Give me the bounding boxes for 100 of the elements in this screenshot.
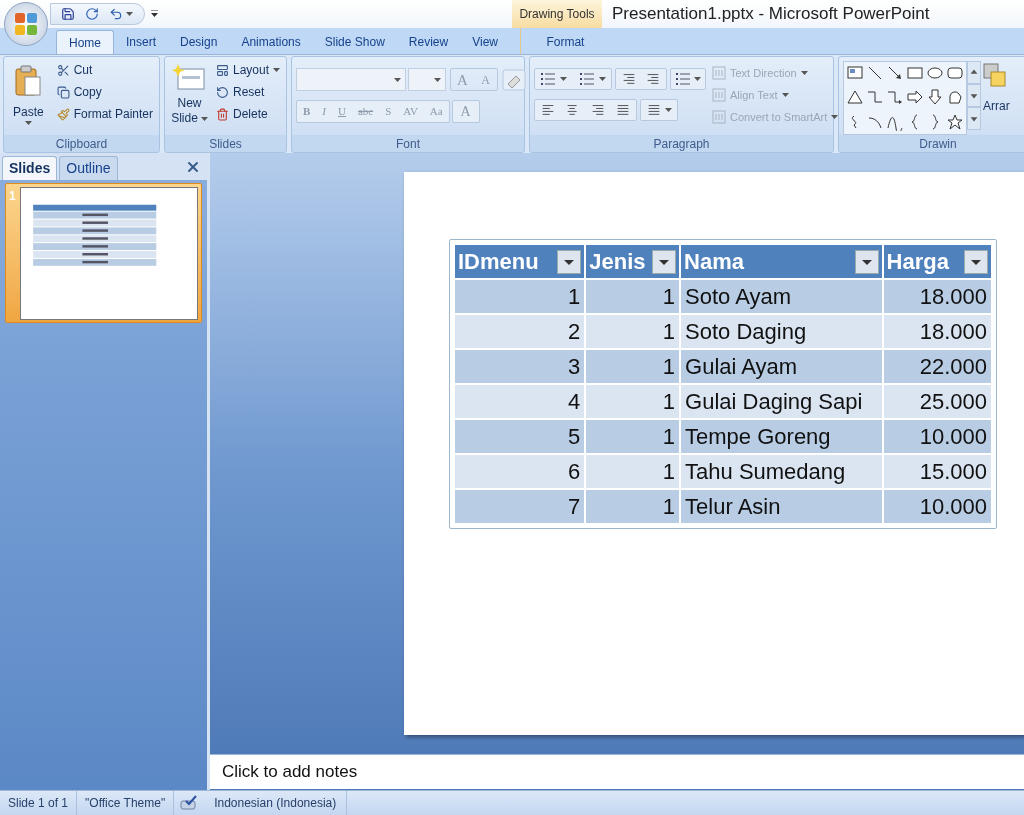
delete-icon: [215, 107, 229, 121]
new-slide-button[interactable]: New Slide: [169, 61, 210, 135]
scroll-down-icon[interactable]: [967, 84, 981, 107]
ribbon-button[interactable]: Reset: [213, 81, 282, 103]
align-icon: [646, 103, 662, 117]
ribbon-button[interactable]: Delete: [213, 103, 282, 125]
indent-button[interactable]: [615, 68, 667, 90]
column-title: IDmenu: [458, 248, 539, 276]
language-status[interactable]: Indonesian (Indonesia): [214, 794, 337, 812]
group-label: Drawin: [919, 135, 957, 153]
table-cell: Telur Asin: [680, 489, 883, 524]
status-item: Slide 1 of 1: [0, 791, 78, 815]
caret-icon: [800, 71, 808, 75]
caret-icon: [273, 68, 280, 72]
filter-dropdown-icon[interactable]: [652, 249, 677, 274]
contextual-tab-title: Drawing Tools: [519, 6, 595, 23]
alignment-buttons[interactable]: [534, 99, 637, 121]
group-label: Paragraph: [653, 135, 710, 153]
align-icon: [540, 103, 556, 117]
columns-button[interactable]: [640, 99, 678, 121]
office-button[interactable]: [4, 2, 48, 46]
caret-icon: [694, 77, 701, 81]
bullets-button[interactable]: [534, 68, 612, 90]
caret-icon: [560, 77, 567, 81]
column-title: Nama: [684, 248, 744, 276]
table-cell: 1: [585, 489, 681, 524]
status-item: "Office Theme": [77, 791, 175, 815]
ribbon-button[interactable]: Copy: [54, 81, 155, 103]
caret-icon: [665, 108, 672, 112]
caret-icon: [200, 116, 208, 121]
text-layout-icon: [712, 110, 726, 124]
arrange-button[interactable]: Arrar: [983, 61, 1010, 135]
list-icon: [540, 72, 556, 86]
ribbon-tab[interactable]: Slide Show: [312, 30, 397, 54]
ribbon-tab[interactable]: Review: [396, 30, 461, 54]
filter-dropdown-icon[interactable]: [964, 249, 988, 274]
paintbrush-icon: [56, 107, 70, 121]
slide-number: 1: [9, 188, 16, 205]
pane-tab[interactable]: Outline: [59, 156, 118, 180]
layout-icon: [215, 63, 229, 77]
group-label: Clipboard: [55, 135, 108, 153]
ribbon-tab[interactable]: View: [460, 30, 510, 54]
ribbon-tab[interactable]: Animations: [229, 30, 313, 54]
table-cell: 10.000: [882, 489, 992, 524]
list-icon: [675, 72, 691, 86]
spell-check-icon[interactable]: [180, 795, 199, 811]
shape-icon[interactable]: [946, 112, 964, 131]
shape-icon[interactable]: [946, 64, 964, 82]
save-icon[interactable]: [61, 7, 75, 21]
table-cell: 7: [454, 489, 586, 524]
customize-icon[interactable]: [151, 10, 158, 18]
pane-tab[interactable]: Slides: [2, 156, 58, 180]
group-label: Font: [396, 135, 420, 153]
shape-icon[interactable]: [846, 88, 864, 107]
notes-field[interactable]: Click to add notes: [210, 754, 1024, 789]
text-layout-icon: [712, 88, 726, 102]
ribbon-tab[interactable]: Format: [534, 30, 597, 54]
ribbon-tab[interactable]: Home: [56, 30, 114, 54]
redo-icon[interactable]: [85, 7, 99, 21]
scissors-icon: [56, 63, 70, 77]
caret-icon: [599, 77, 606, 81]
line-spacing-button[interactable]: [670, 68, 706, 90]
align-icon: [645, 72, 661, 86]
ribbon-button[interactable]: Format Painter: [54, 103, 155, 125]
shape-icon[interactable]: [886, 64, 904, 82]
new-slide-icon: [173, 63, 206, 93]
align-icon: [621, 72, 637, 86]
filter-dropdown-icon[interactable]: [854, 249, 879, 274]
caret-icon: [126, 12, 133, 16]
office-logo-icon: [13, 11, 39, 37]
paste-button[interactable]: Paste: [8, 61, 49, 135]
text-layout-icon: [712, 66, 726, 80]
ribbon-button[interactable]: Layout: [213, 59, 282, 81]
column-title: Harga: [886, 248, 949, 276]
copy-icon: [56, 85, 70, 99]
align-icon: [615, 103, 631, 117]
ribbon-tab[interactable]: Insert: [114, 30, 169, 54]
close-icon[interactable]: [185, 159, 201, 175]
ribbon-tab[interactable]: Design: [168, 30, 230, 54]
window-title: Presentation1.pptx - Microsoft PowerPoint: [612, 3, 930, 26]
caret-icon: [394, 77, 401, 82]
shape-icon[interactable]: [926, 64, 944, 82]
shape-icon[interactable]: [946, 88, 964, 107]
caret-icon: [781, 93, 789, 97]
ribbon-button[interactable]: Cut: [54, 59, 155, 81]
filter-dropdown-icon[interactable]: [557, 249, 582, 274]
list-icon: [579, 72, 595, 86]
shape-icon[interactable]: [926, 88, 944, 107]
align-icon: [590, 103, 606, 117]
group-label: Slides: [209, 135, 242, 153]
table-frame[interactable]: IDmenu Jenis Nama Harga 1 1 Soto Ayam 18.000 2 1 Soto Daging 18.000 3 1 Gulai Ayam 22.000 4 1 Gulai Daging Sapi 25.000 5 1 Tempe Goreng 10.000 6 1 Tahu Sumedang 15.000 7 1 Telur Asin 10.000: [449, 239, 997, 529]
clipboard-icon: [14, 65, 43, 97]
shape-icon[interactable]: [866, 64, 884, 82]
reset-icon: [215, 85, 229, 99]
caret-icon: [24, 121, 32, 125]
undo-icon[interactable]: [109, 7, 123, 21]
column-title: Jenis: [589, 248, 646, 276]
more-icon[interactable]: [967, 107, 981, 130]
scroll-up-icon[interactable]: [967, 61, 981, 84]
caret-icon: [831, 115, 839, 119]
